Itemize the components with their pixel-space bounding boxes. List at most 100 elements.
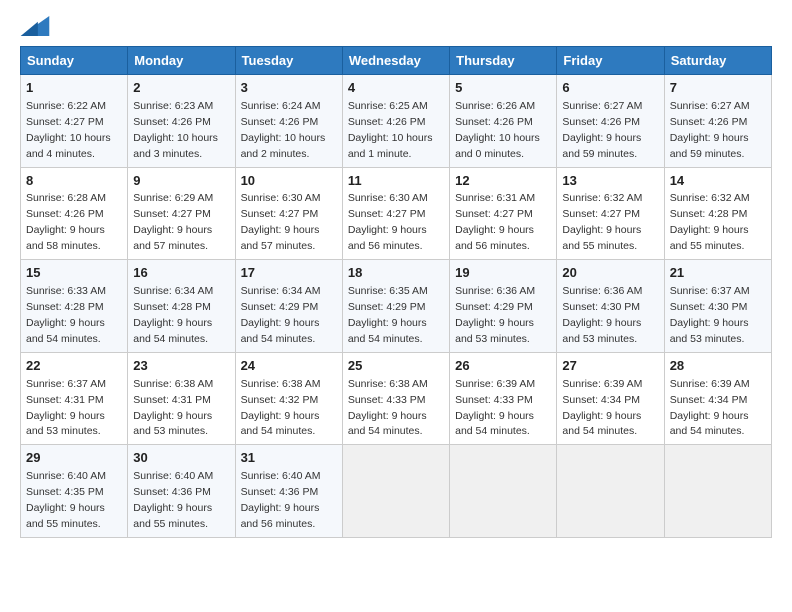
day-number: 23 (133, 357, 229, 376)
calendar-cell: 13 Sunrise: 6:32 AMSunset: 4:27 PMDaylig… (557, 167, 664, 260)
day-info: Sunrise: 6:24 AMSunset: 4:26 PMDaylight:… (241, 100, 326, 160)
day-number: 12 (455, 172, 551, 191)
calendar-cell: 10 Sunrise: 6:30 AMSunset: 4:27 PMDaylig… (235, 167, 342, 260)
day-info: Sunrise: 6:22 AMSunset: 4:27 PMDaylight:… (26, 100, 111, 160)
calendar-cell (342, 445, 449, 538)
day-number: 24 (241, 357, 337, 376)
day-info: Sunrise: 6:35 AMSunset: 4:29 PMDaylight:… (348, 285, 428, 345)
day-info: Sunrise: 6:38 AMSunset: 4:33 PMDaylight:… (348, 378, 428, 438)
day-info: Sunrise: 6:39 AMSunset: 4:33 PMDaylight:… (455, 378, 535, 438)
logo-icon (20, 16, 50, 36)
day-header-saturday: Saturday (664, 47, 771, 75)
day-info: Sunrise: 6:27 AMSunset: 4:26 PMDaylight:… (562, 100, 642, 160)
day-number: 11 (348, 172, 444, 191)
day-number: 25 (348, 357, 444, 376)
day-header-wednesday: Wednesday (342, 47, 449, 75)
day-number: 7 (670, 79, 766, 98)
day-number: 17 (241, 264, 337, 283)
calendar-cell: 27 Sunrise: 6:39 AMSunset: 4:34 PMDaylig… (557, 352, 664, 445)
day-number: 19 (455, 264, 551, 283)
calendar-cell: 25 Sunrise: 6:38 AMSunset: 4:33 PMDaylig… (342, 352, 449, 445)
day-info: Sunrise: 6:32 AMSunset: 4:27 PMDaylight:… (562, 192, 642, 252)
day-header-monday: Monday (128, 47, 235, 75)
day-number: 18 (348, 264, 444, 283)
day-info: Sunrise: 6:37 AMSunset: 4:30 PMDaylight:… (670, 285, 750, 345)
calendar-table: SundayMondayTuesdayWednesdayThursdayFrid… (20, 46, 772, 538)
calendar-cell: 18 Sunrise: 6:35 AMSunset: 4:29 PMDaylig… (342, 260, 449, 353)
calendar-cell: 15 Sunrise: 6:33 AMSunset: 4:28 PMDaylig… (21, 260, 128, 353)
day-number: 4 (348, 79, 444, 98)
calendar-cell (664, 445, 771, 538)
calendar-week-3: 15 Sunrise: 6:33 AMSunset: 4:28 PMDaylig… (21, 260, 772, 353)
calendar-cell (450, 445, 557, 538)
day-info: Sunrise: 6:34 AMSunset: 4:29 PMDaylight:… (241, 285, 321, 345)
calendar-cell: 9 Sunrise: 6:29 AMSunset: 4:27 PMDayligh… (128, 167, 235, 260)
day-info: Sunrise: 6:40 AMSunset: 4:35 PMDaylight:… (26, 470, 106, 530)
day-info: Sunrise: 6:36 AMSunset: 4:29 PMDaylight:… (455, 285, 535, 345)
day-number: 27 (562, 357, 658, 376)
day-number: 20 (562, 264, 658, 283)
day-info: Sunrise: 6:36 AMSunset: 4:30 PMDaylight:… (562, 285, 642, 345)
calendar-cell: 17 Sunrise: 6:34 AMSunset: 4:29 PMDaylig… (235, 260, 342, 353)
day-header-thursday: Thursday (450, 47, 557, 75)
calendar-cell: 5 Sunrise: 6:26 AMSunset: 4:26 PMDayligh… (450, 75, 557, 168)
logo (20, 16, 50, 38)
day-info: Sunrise: 6:38 AMSunset: 4:32 PMDaylight:… (241, 378, 321, 438)
day-number: 1 (26, 79, 122, 98)
calendar-cell: 24 Sunrise: 6:38 AMSunset: 4:32 PMDaylig… (235, 352, 342, 445)
calendar-cell: 20 Sunrise: 6:36 AMSunset: 4:30 PMDaylig… (557, 260, 664, 353)
day-number: 6 (562, 79, 658, 98)
calendar-week-1: 1 Sunrise: 6:22 AMSunset: 4:27 PMDayligh… (21, 75, 772, 168)
calendar-cell: 16 Sunrise: 6:34 AMSunset: 4:28 PMDaylig… (128, 260, 235, 353)
day-header-tuesday: Tuesday (235, 47, 342, 75)
calendar-header-row: SundayMondayTuesdayWednesdayThursdayFrid… (21, 47, 772, 75)
day-info: Sunrise: 6:26 AMSunset: 4:26 PMDaylight:… (455, 100, 540, 160)
calendar-cell: 14 Sunrise: 6:32 AMSunset: 4:28 PMDaylig… (664, 167, 771, 260)
header (20, 16, 772, 38)
calendar-cell: 22 Sunrise: 6:37 AMSunset: 4:31 PMDaylig… (21, 352, 128, 445)
day-info: Sunrise: 6:38 AMSunset: 4:31 PMDaylight:… (133, 378, 213, 438)
day-number: 14 (670, 172, 766, 191)
day-info: Sunrise: 6:28 AMSunset: 4:26 PMDaylight:… (26, 192, 106, 252)
calendar-cell: 26 Sunrise: 6:39 AMSunset: 4:33 PMDaylig… (450, 352, 557, 445)
day-number: 31 (241, 449, 337, 468)
calendar-cell: 11 Sunrise: 6:30 AMSunset: 4:27 PMDaylig… (342, 167, 449, 260)
day-info: Sunrise: 6:40 AMSunset: 4:36 PMDaylight:… (133, 470, 213, 530)
day-number: 16 (133, 264, 229, 283)
calendar-cell: 7 Sunrise: 6:27 AMSunset: 4:26 PMDayligh… (664, 75, 771, 168)
calendar-week-4: 22 Sunrise: 6:37 AMSunset: 4:31 PMDaylig… (21, 352, 772, 445)
day-number: 15 (26, 264, 122, 283)
day-info: Sunrise: 6:39 AMSunset: 4:34 PMDaylight:… (562, 378, 642, 438)
day-number: 13 (562, 172, 658, 191)
calendar-cell: 31 Sunrise: 6:40 AMSunset: 4:36 PMDaylig… (235, 445, 342, 538)
calendar-cell: 19 Sunrise: 6:36 AMSunset: 4:29 PMDaylig… (450, 260, 557, 353)
calendar-cell: 4 Sunrise: 6:25 AMSunset: 4:26 PMDayligh… (342, 75, 449, 168)
day-number: 30 (133, 449, 229, 468)
day-info: Sunrise: 6:27 AMSunset: 4:26 PMDaylight:… (670, 100, 750, 160)
calendar-cell: 1 Sunrise: 6:22 AMSunset: 4:27 PMDayligh… (21, 75, 128, 168)
day-info: Sunrise: 6:34 AMSunset: 4:28 PMDaylight:… (133, 285, 213, 345)
day-number: 22 (26, 357, 122, 376)
day-number: 10 (241, 172, 337, 191)
day-info: Sunrise: 6:37 AMSunset: 4:31 PMDaylight:… (26, 378, 106, 438)
day-info: Sunrise: 6:33 AMSunset: 4:28 PMDaylight:… (26, 285, 106, 345)
day-number: 8 (26, 172, 122, 191)
day-info: Sunrise: 6:39 AMSunset: 4:34 PMDaylight:… (670, 378, 750, 438)
day-number: 28 (670, 357, 766, 376)
calendar-cell: 30 Sunrise: 6:40 AMSunset: 4:36 PMDaylig… (128, 445, 235, 538)
day-number: 3 (241, 79, 337, 98)
day-info: Sunrise: 6:30 AMSunset: 4:27 PMDaylight:… (348, 192, 428, 252)
day-info: Sunrise: 6:32 AMSunset: 4:28 PMDaylight:… (670, 192, 750, 252)
calendar-cell: 8 Sunrise: 6:28 AMSunset: 4:26 PMDayligh… (21, 167, 128, 260)
calendar-cell (557, 445, 664, 538)
calendar-week-5: 29 Sunrise: 6:40 AMSunset: 4:35 PMDaylig… (21, 445, 772, 538)
calendar-cell: 23 Sunrise: 6:38 AMSunset: 4:31 PMDaylig… (128, 352, 235, 445)
day-number: 26 (455, 357, 551, 376)
calendar-cell: 3 Sunrise: 6:24 AMSunset: 4:26 PMDayligh… (235, 75, 342, 168)
day-info: Sunrise: 6:30 AMSunset: 4:27 PMDaylight:… (241, 192, 321, 252)
calendar-cell: 29 Sunrise: 6:40 AMSunset: 4:35 PMDaylig… (21, 445, 128, 538)
calendar-cell: 28 Sunrise: 6:39 AMSunset: 4:34 PMDaylig… (664, 352, 771, 445)
day-number: 29 (26, 449, 122, 468)
calendar-cell: 21 Sunrise: 6:37 AMSunset: 4:30 PMDaylig… (664, 260, 771, 353)
day-info: Sunrise: 6:31 AMSunset: 4:27 PMDaylight:… (455, 192, 535, 252)
